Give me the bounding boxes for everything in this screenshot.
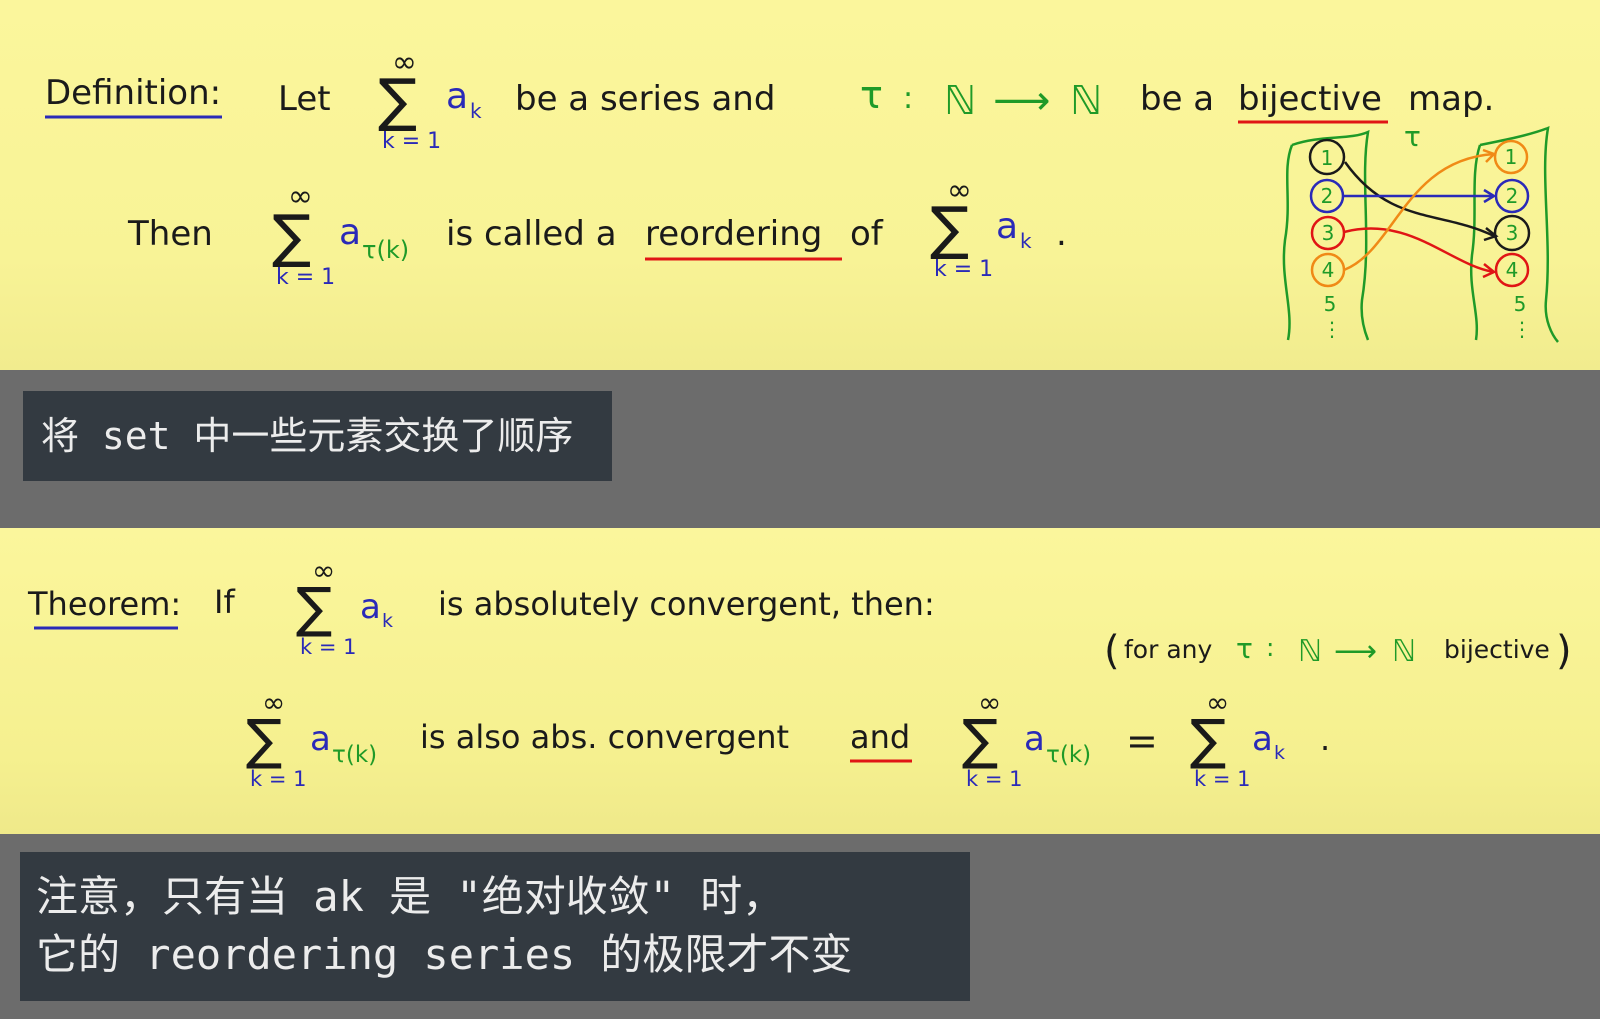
subtitle-caption-2: 注意，只有当 ak 是 "绝对收敛" 时， 它的 reordering seri… — [20, 852, 970, 1001]
svg-text:τ(k): τ(k) — [362, 236, 409, 264]
reordering-word: reordering — [645, 214, 822, 254]
sigma-symbol: ∑ — [930, 194, 969, 262]
then-word: Then — [127, 214, 213, 254]
sum-ak-3: ∞ ∑ k = 1 a k — [296, 554, 393, 659]
definition-board: Definition: Let ∞ ∑ k = 1 a k be a serie… — [45, 45, 1559, 343]
caption-1-text: 将 set 中一些元素交换了顺序 — [41, 414, 574, 458]
svg-text:ℕ: ℕ — [1298, 634, 1322, 669]
theorem-panel: Theorem: If ∞ ∑ k = 1 a k is absolutely … — [0, 528, 1600, 834]
svg-text:for any: for any — [1124, 635, 1212, 664]
right-dots: ⋮ — [1512, 317, 1532, 341]
svg-text:k = 1: k = 1 — [276, 265, 335, 290]
definition-panel: Definition: Let ∞ ∑ k = 1 a k be a serie… — [0, 0, 1600, 370]
caption-2-line-2: 它的 reordering series 的极限才不变 — [36, 930, 853, 979]
svg-text:a: a — [446, 76, 468, 117]
equals-sign: = — [1126, 719, 1158, 763]
let-word: Let — [278, 79, 331, 119]
map-word: map. — [1408, 79, 1494, 119]
sum-atau-3: ∞ ∑ k = 1 a τ(k) — [962, 686, 1091, 791]
if-word: If — [214, 583, 235, 621]
svg-text:1: 1 — [1505, 145, 1518, 169]
svg-text:bijective: bijective — [1444, 635, 1550, 664]
svg-text:a: a — [339, 212, 361, 253]
sigma-symbol: ∑ — [296, 576, 332, 639]
sum-atau-2: ∞ ∑ k = 1 a τ(k) — [246, 686, 377, 791]
left-node-5: 5 — [1324, 292, 1337, 316]
sigma-symbol: ∑ — [272, 202, 311, 270]
svg-text:4: 4 — [1322, 258, 1335, 282]
svg-text:a: a — [1024, 719, 1045, 759]
for-any-note: ( for any τ : ℕ ⟶ ℕ bijective ) — [1104, 628, 1572, 674]
svg-text:k: k — [1020, 229, 1032, 253]
svg-text:2: 2 — [1321, 184, 1334, 208]
sigma-symbol: ∑ — [246, 708, 282, 771]
of-word: of — [850, 214, 884, 254]
svg-text:k = 1: k = 1 — [382, 129, 441, 154]
svg-text:k = 1: k = 1 — [934, 257, 993, 282]
sum-ak-1: ∞ ∑ k = 1 a k — [378, 45, 482, 154]
arrow-1-to-3 — [1343, 161, 1495, 238]
sigma-symbol: ∑ — [378, 66, 417, 134]
svg-text:3: 3 — [1322, 221, 1335, 245]
text-also-abs-convergent: is also abs. convergent — [420, 718, 789, 756]
svg-text:a: a — [360, 587, 381, 627]
svg-text:⟶: ⟶ — [993, 78, 1050, 124]
text-be-a-series: be a series and — [515, 79, 775, 119]
left-dots: ⋮ — [1322, 317, 1342, 341]
and-word: and — [850, 718, 910, 756]
paren-close: ) — [1556, 628, 1572, 674]
svg-text:a: a — [996, 206, 1018, 247]
definition-label: Definition: — [45, 73, 221, 113]
svg-text:k: k — [382, 610, 393, 632]
svg-text:k = 1: k = 1 — [300, 635, 356, 659]
svg-text:1: 1 — [1321, 146, 1334, 170]
text-absolutely-convergent: is absolutely convergent, then: — [438, 585, 935, 623]
svg-text:⟶: ⟶ — [1334, 634, 1377, 669]
sum-atau-1: ∞ ∑ k = 1 a τ(k) — [272, 179, 409, 290]
sigma-symbol: ∑ — [962, 708, 998, 771]
svg-text:τ: τ — [860, 73, 883, 117]
svg-text:τ(k): τ(k) — [332, 742, 377, 768]
svg-text:3: 3 — [1506, 221, 1519, 245]
svg-text::: : — [1266, 633, 1274, 662]
bijection-diagram: τ 1 2 3 4 5 ⋮ 1 2 3 4 5 ⋮ — [1282, 120, 1559, 343]
definition-period: . — [1056, 214, 1067, 254]
text-is-called-a: is called a — [446, 214, 617, 254]
sigma-symbol: ∑ — [1190, 708, 1226, 771]
tau-diagram-label: τ — [1404, 120, 1421, 153]
svg-text:k = 1: k = 1 — [966, 767, 1022, 791]
svg-text:ℕ: ℕ — [1392, 634, 1416, 669]
svg-text:2: 2 — [1506, 184, 1519, 208]
text-be-a: be a — [1140, 79, 1214, 119]
svg-text::: : — [903, 81, 913, 116]
bijective-word: bijective — [1238, 79, 1382, 119]
svg-text:k: k — [470, 99, 482, 123]
svg-text:τ(k): τ(k) — [1046, 742, 1091, 768]
caption-2-line-1: 注意，只有当 ak 是 "绝对收敛" 时， — [36, 872, 785, 921]
right-node-5: 5 — [1514, 292, 1527, 316]
sum-ak-2: ∞ ∑ k = 1 a k — [930, 173, 1032, 282]
svg-text:τ: τ — [1236, 632, 1253, 665]
paren-open: ( — [1104, 628, 1120, 674]
svg-text:a: a — [1252, 719, 1273, 759]
subtitle-caption-1: 将 set 中一些元素交换了顺序 — [23, 391, 612, 481]
svg-text:k = 1: k = 1 — [250, 767, 306, 791]
svg-text:a: a — [310, 719, 331, 759]
svg-text:4: 4 — [1506, 258, 1519, 282]
tau-map: τ : ℕ ⟶ ℕ — [860, 73, 1102, 124]
svg-text:ℕ: ℕ — [1070, 78, 1102, 124]
theorem-period: . — [1320, 720, 1330, 758]
sum-ak-4: ∞ ∑ k = 1 a k — [1190, 686, 1285, 791]
theorem-board: Theorem: If ∞ ∑ k = 1 a k is absolutely … — [27, 554, 1572, 791]
svg-text:k: k — [1274, 742, 1285, 764]
theorem-label: Theorem: — [27, 585, 181, 623]
svg-text:ℕ: ℕ — [944, 78, 976, 124]
svg-text:k = 1: k = 1 — [1194, 767, 1250, 791]
